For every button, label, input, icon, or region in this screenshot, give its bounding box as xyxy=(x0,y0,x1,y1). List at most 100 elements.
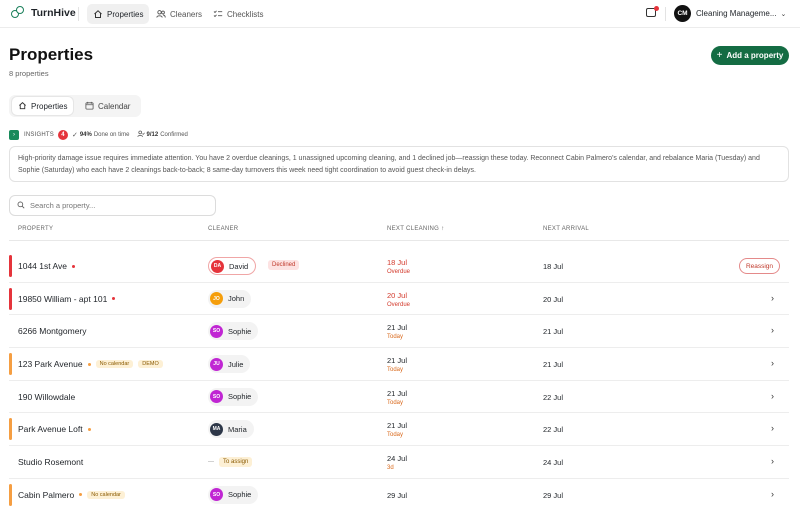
priority-bar xyxy=(9,353,12,376)
avatar: DA xyxy=(211,259,224,273)
insights-bar: › INSIGHTS 4 ✓ 94% Done on time 9/12 Con… xyxy=(9,130,188,140)
property-name-cell: Cabin Palmero No calendar xyxy=(18,490,125,500)
column-next-arrival[interactable]: NEXT ARRIVAL xyxy=(543,226,589,232)
unassigned-cleaner[interactable]: — To assign xyxy=(208,457,253,468)
next-cleaning-cell: 20 Jul Overdue xyxy=(387,291,410,308)
alert-dot xyxy=(112,297,116,301)
next-cleaning-status: Overdue xyxy=(387,301,411,308)
unassigned-dash: — xyxy=(208,459,214,466)
org-switcher[interactable]: CM Cleaning Manageme... ⌄ xyxy=(674,5,786,22)
cleaner-name: Sophie xyxy=(228,490,252,500)
chevron-right-icon[interactable]: › xyxy=(771,391,774,401)
property-name-cell: 19850 William - apt 101 xyxy=(18,294,116,304)
add-property-button[interactable]: + Add a property xyxy=(711,46,789,65)
cleaner-chip[interactable]: MA Maria xyxy=(208,420,254,439)
top-bar: TurnHive Properties Cleaners Checklists … xyxy=(0,0,800,28)
property-name: 6266 Montgomery xyxy=(18,326,87,337)
column-cleaner[interactable]: CLEANER xyxy=(208,226,238,232)
list-icon xyxy=(213,9,223,19)
table-row[interactable]: 1044 1st Ave DA David Declined 18 Jul Ov… xyxy=(9,250,789,283)
next-cleaning-date: 24 Jul xyxy=(387,454,408,464)
table-row[interactable]: Studio Rosemont — To assign 24 Jul 3d 24… xyxy=(9,446,789,479)
chevron-right-icon[interactable]: › xyxy=(771,423,774,433)
messages-button[interactable] xyxy=(644,6,659,20)
cleaner-chip[interactable]: JO John xyxy=(208,289,252,308)
next-cleaning-date: 29 Jul xyxy=(387,490,408,500)
view-tab-calendar[interactable]: Calendar xyxy=(79,97,136,115)
property-table: 1044 1st Ave DA David Declined 18 Jul Ov… xyxy=(9,250,789,509)
plus-icon: + xyxy=(716,50,723,61)
search-input[interactable] xyxy=(30,201,210,210)
divider xyxy=(665,7,666,21)
home-icon xyxy=(93,9,103,19)
property-name-cell: 190 Willowdale xyxy=(18,392,75,402)
insights-count-badge: 4 xyxy=(57,130,68,140)
divider xyxy=(78,7,79,21)
column-property[interactable]: PROPERTY xyxy=(18,226,53,232)
done-on-time-stat: ✓ 94% Done on time xyxy=(72,131,130,139)
table-row[interactable]: Park Avenue Loft MA Maria 21 Jul Today 2… xyxy=(9,413,789,447)
next-arrival-date: 22 Jul xyxy=(543,392,564,402)
chevron-right-icon[interactable]: › xyxy=(771,293,774,303)
next-cleaning-status: Today xyxy=(387,399,404,406)
cleaner-name: Sophie xyxy=(228,326,252,336)
table-row[interactable]: 190 Willowdale SO Sophie 21 Jul Today 22… xyxy=(9,381,789,414)
warning-dot xyxy=(79,493,83,497)
view-tab-label: Properties xyxy=(31,101,68,111)
cleaner-chip[interactable]: JU Julie xyxy=(208,355,251,374)
declined-badge: Declined xyxy=(268,260,300,270)
next-cleaning-status: Today xyxy=(387,367,404,374)
table-row[interactable]: 19850 William - apt 101 JO John 20 Jul O… xyxy=(9,283,789,316)
next-arrival-date: 20 Jul xyxy=(543,294,564,304)
next-cleaning-cell: 21 Jul Today xyxy=(387,421,407,438)
next-arrival-date: 18 Jul xyxy=(543,262,564,271)
property-count: 8 properties xyxy=(9,69,49,78)
chevron-right-icon[interactable]: › xyxy=(771,456,774,466)
column-next-cleaning[interactable]: NEXT CLEANING ↑ xyxy=(387,226,444,232)
org-name: Cleaning Manageme... xyxy=(696,9,777,18)
nav-tab-checklists[interactable]: Checklists xyxy=(207,4,269,24)
cleaner-chip[interactable]: SO Sophie xyxy=(208,387,259,406)
avatar: JU xyxy=(210,357,223,371)
property-name-cell: 1044 1st Ave xyxy=(18,261,75,271)
chevron-right-icon[interactable]: › xyxy=(771,325,774,335)
priority-bar xyxy=(9,255,12,277)
property-name-cell: 123 Park Avenue No calendar DEMO xyxy=(18,359,163,369)
next-cleaning-status: Today xyxy=(387,334,404,341)
nav-tab-cleaners[interactable]: Cleaners xyxy=(150,4,208,24)
brand[interactable]: TurnHive xyxy=(11,6,76,20)
cleaner-chip[interactable]: SO Sophie xyxy=(208,485,259,504)
warning-dot xyxy=(87,362,91,366)
nav-tab-label: Properties xyxy=(107,9,144,19)
table-row[interactable]: 123 Park Avenue No calendar DEMO JU Juli… xyxy=(9,348,789,381)
cleaner-name: Sophie xyxy=(228,392,252,402)
next-cleaning-status: 3d xyxy=(387,465,394,472)
warning-dot xyxy=(87,427,91,431)
reassign-button[interactable]: Reassign xyxy=(739,258,780,274)
no-calendar-tag: No calendar xyxy=(95,360,134,369)
chevron-right-icon[interactable]: › xyxy=(771,358,774,368)
to-assign-badge: To assign xyxy=(219,457,253,468)
nav-tab-properties[interactable]: Properties xyxy=(87,4,150,24)
priority-bar xyxy=(9,418,12,441)
table-row[interactable]: Cabin Palmero No calendar SO Sophie 29 J… xyxy=(9,479,789,509)
chevron-right-icon[interactable]: › xyxy=(9,130,19,140)
next-arrival-date: 22 Jul xyxy=(543,425,564,435)
home-icon xyxy=(18,101,27,112)
view-switcher: Properties Calendar xyxy=(9,95,141,117)
property-search[interactable] xyxy=(9,195,216,216)
cleaner-chip[interactable]: DA David xyxy=(208,257,257,275)
property-name-cell: Studio Rosemont xyxy=(18,457,83,467)
nav-tab-label: Checklists xyxy=(227,9,264,19)
cleaner-chip[interactable]: SO Sophie xyxy=(208,322,259,341)
users-icon xyxy=(156,9,166,19)
priority-bar xyxy=(9,287,12,310)
next-arrival-date: 21 Jul xyxy=(543,360,564,370)
confirmed-label: Confirmed xyxy=(160,132,188,138)
next-cleaning-cell: 18 Jul Overdue xyxy=(387,258,410,275)
chevron-right-icon[interactable]: › xyxy=(771,489,774,499)
confirmed-stat: 9/12 Confirmed xyxy=(136,130,188,140)
notification-dot xyxy=(654,6,659,11)
table-row[interactable]: 6266 Montgomery SO Sophie 21 Jul Today 2… xyxy=(9,315,789,349)
view-tab-properties[interactable]: Properties xyxy=(12,97,74,115)
